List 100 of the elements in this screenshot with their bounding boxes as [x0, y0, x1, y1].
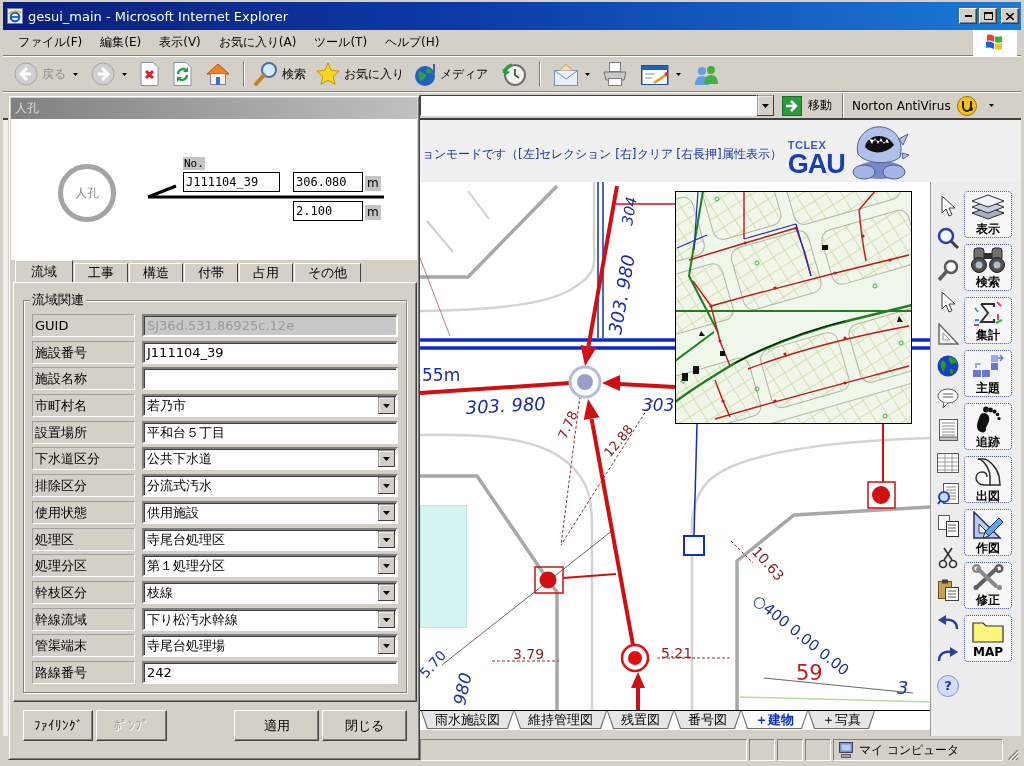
text-field[interactable]: 平和台５丁目	[142, 420, 398, 444]
undo-icon[interactable]	[937, 614, 959, 630]
refresh-icon[interactable]	[173, 62, 192, 86]
dropdown-arrow-icon[interactable]	[378, 583, 395, 601]
table-icon[interactable]	[937, 451, 959, 473]
apply-button[interactable]: 適用	[234, 710, 319, 741]
tab[interactable]: 流域	[15, 260, 73, 282]
magnifier-icon[interactable]	[937, 227, 959, 249]
dimension-line	[730, 540, 754, 564]
tool-button[interactable]: 検索	[964, 244, 1012, 291]
menu-item[interactable]: 編集(E)	[91, 34, 151, 51]
dropdown-arrow-icon[interactable]	[378, 637, 395, 655]
map-tab[interactable]: 維持管理図	[514, 711, 607, 729]
tool-button[interactable]: 表示	[964, 191, 1012, 238]
menu-item[interactable]: ヘルプ(H)	[376, 34, 449, 51]
text-field[interactable]: J111104_39	[142, 340, 398, 364]
inlet-marker[interactable]	[867, 481, 896, 509]
dropdown-arrow-icon[interactable]	[378, 610, 395, 628]
depth-field[interactable]: 2.100	[293, 201, 363, 221]
dropdown-arrow-icon[interactable]	[378, 477, 395, 495]
caret-icon[interactable]	[676, 72, 681, 76]
edit-icon[interactable]	[641, 63, 669, 85]
tool-button[interactable]: 主題	[964, 350, 1012, 397]
document-magnifier-icon[interactable]	[937, 483, 959, 505]
tab[interactable]: その他	[294, 263, 361, 282]
redo-icon[interactable]	[937, 646, 959, 662]
norton-button[interactable]: Norton AntiVirus	[850, 94, 994, 117]
copy-icon[interactable]	[937, 515, 959, 537]
dropdown-field[interactable]: 供用施設	[142, 500, 398, 524]
tab[interactable]: 構造	[129, 263, 183, 282]
scissors-icon[interactable]	[938, 547, 958, 569]
triangle-ruler-icon[interactable]	[937, 323, 959, 345]
caret-icon[interactable]	[73, 72, 78, 76]
go-button[interactable]: 移動	[782, 94, 832, 117]
catch-basin[interactable]	[683, 535, 705, 556]
menu-item[interactable]: ファイル(F)	[9, 34, 92, 51]
map-tab[interactable]: 雨水施設図	[421, 711, 514, 729]
history-icon[interactable]	[502, 62, 526, 86]
filing-button[interactable]: ﾌｧｲﾘﾝｸﾞ	[23, 710, 93, 741]
dropdown-arrow-icon[interactable]	[378, 557, 395, 575]
home-icon[interactable]	[206, 62, 230, 86]
map-tab[interactable]: 番号図	[674, 711, 741, 729]
dropdown-arrow-icon[interactable]	[757, 95, 774, 116]
menu-item[interactable]: 表示(V)	[150, 34, 210, 51]
text-field[interactable]: 242	[142, 660, 398, 684]
maximize-button[interactable]	[979, 8, 997, 24]
dropdown-arrow-icon[interactable]	[378, 450, 395, 468]
dropdown-field[interactable]: 寺尾台処理区	[142, 527, 398, 551]
dropdown-field[interactable]: 寺尾台処理場	[142, 634, 398, 658]
close-button[interactable]	[1001, 8, 1019, 24]
tab[interactable]: 工事	[74, 263, 128, 282]
caret-icon[interactable]	[585, 72, 590, 76]
manhole-marker[interactable]	[620, 643, 650, 673]
ruler-pencil-icon	[972, 510, 1004, 539]
map-tab[interactable]: 残置図	[607, 711, 674, 729]
clipboard-icon[interactable]	[937, 579, 959, 601]
media-button[interactable]: メディア	[411, 59, 491, 89]
tool-button[interactable]: 追跡	[964, 403, 1012, 450]
address-field[interactable]	[420, 95, 757, 116]
tool-button[interactable]: 修正	[964, 562, 1012, 609]
menu-item[interactable]: ツール(T)	[305, 34, 377, 51]
facility-number-field[interactable]: J111104_39	[183, 172, 280, 192]
tool-button[interactable]: 作図	[964, 509, 1012, 556]
speech-bubble-icon[interactable]	[937, 387, 959, 409]
dropdown-field[interactable]: 下り松汚水幹線	[142, 607, 398, 631]
menu-item[interactable]: お気に入り(A)	[209, 34, 306, 51]
magnifier-icon[interactable]	[937, 259, 959, 281]
resize-grip-icon[interactable]	[1007, 749, 1019, 761]
dropdown-field[interactable]: 公共下水道	[142, 447, 398, 471]
pointer-icon[interactable]	[941, 195, 955, 217]
tool-button[interactable]: MAP	[964, 615, 1012, 662]
globe-icon[interactable]	[937, 355, 959, 377]
tool-button[interactable]: 出図	[964, 456, 1012, 503]
text-field[interactable]	[142, 367, 398, 391]
manhole-marker[interactable]	[568, 365, 602, 399]
dropdown-arrow-icon[interactable]	[378, 503, 395, 521]
dropdown-arrow-icon[interactable]	[378, 530, 395, 548]
inlet-marker[interactable]	[534, 566, 564, 594]
caret-icon[interactable]	[122, 72, 127, 76]
stop-icon[interactable]	[140, 62, 159, 86]
map-tab[interactable]: ＋建物	[741, 711, 808, 729]
elevation-field[interactable]: 306.080	[293, 172, 363, 192]
printer-icon[interactable]	[603, 62, 627, 86]
dropdown-field[interactable]: 第１処理分区	[142, 554, 398, 578]
search-button[interactable]: 検索	[251, 59, 309, 89]
minimize-button[interactable]	[959, 8, 977, 24]
map-tab[interactable]: ＋写真	[808, 711, 875, 729]
dropdown-field[interactable]: 枝線	[142, 580, 398, 604]
mail-icon[interactable]	[554, 62, 578, 86]
list-document-icon[interactable]	[937, 419, 959, 441]
close-button[interactable]: 閉じる	[322, 710, 407, 741]
tool-button[interactable]: 集計	[964, 297, 1012, 344]
favorites-button[interactable]: お気に入り	[313, 59, 407, 89]
dropdown-field[interactable]: 若乃市	[142, 394, 398, 418]
pointer-icon[interactable]	[941, 291, 955, 313]
dropdown-field[interactable]: 分流式汚水	[142, 474, 398, 498]
dropdown-arrow-icon[interactable]	[378, 397, 395, 415]
tab[interactable]: 占用	[239, 263, 293, 282]
tab[interactable]: 付帯	[184, 263, 238, 282]
help-button[interactable]: ?	[937, 675, 959, 697]
